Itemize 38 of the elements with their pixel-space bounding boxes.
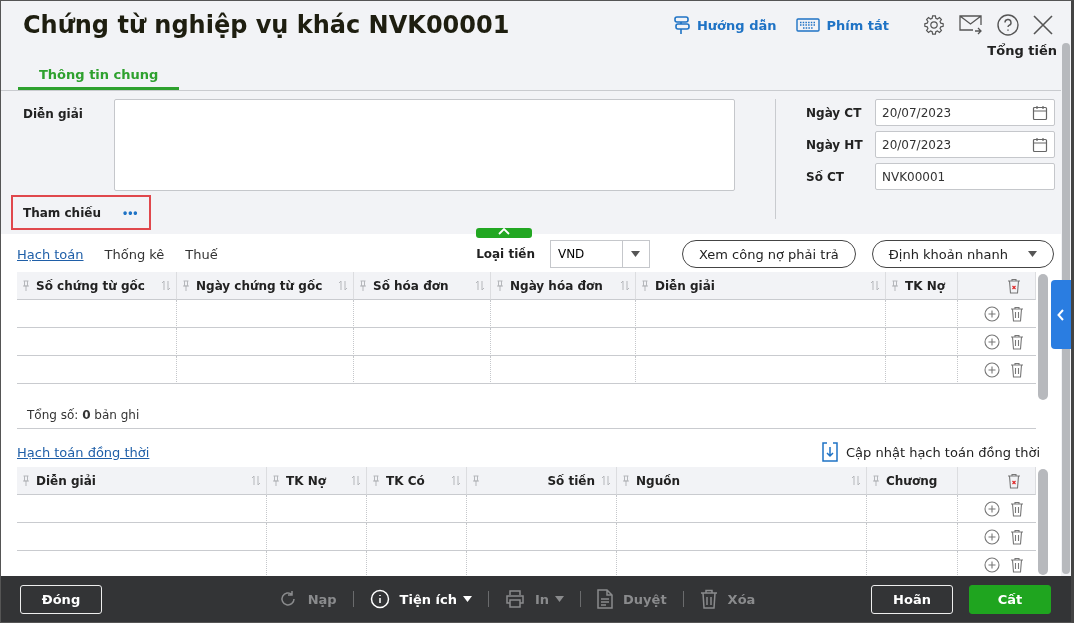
column-header[interactable]: TK Có: [367, 467, 467, 495]
field-label: Diễn giải: [23, 106, 84, 123]
update-button[interactable]: Cập nhật hạch toán đồng thời: [816, 441, 1046, 463]
tab[interactable]: Thuế: [185, 246, 218, 262]
cancel-button[interactable]: Hoãn: [871, 584, 953, 614]
column-header[interactable]: Ngày hóa đơn: [491, 272, 636, 300]
date-field[interactable]: 20/07/2023: [875, 99, 1055, 126]
action-button[interactable]: Định khoản nhanh: [871, 240, 1054, 268]
column-header[interactable]: TK Nợ: [886, 272, 958, 300]
window-title: Chứng từ nghiệp vụ khác NVK00001: [23, 11, 511, 39]
field-label: Loại tiền: [476, 247, 535, 261]
column-header[interactable]: Diễn giải: [636, 272, 886, 300]
action-button[interactable]: Xem công nợ phải trả: [681, 240, 856, 268]
field-label: Ngày HT: [806, 137, 864, 152]
header-link[interactable]: Hướng dẫn: [673, 15, 777, 35]
column-header[interactable]: Số chứng từ gốc: [17, 272, 177, 300]
date-field[interactable]: 20/07/2023: [875, 131, 1055, 158]
field-label: Ngày CT: [806, 105, 863, 120]
tab[interactable]: Thống kê: [104, 246, 165, 262]
column-header[interactable]: Ngày chứng từ gốc: [177, 272, 354, 300]
section-link[interactable]: Hạch toán đồng thời: [17, 444, 150, 460]
record-count: Tổng số: 0 bản ghi: [17, 402, 1036, 429]
column-header[interactable]: Số hóa đơn: [354, 272, 491, 300]
input-field[interactable]: NVK00001: [875, 163, 1055, 190]
close-button[interactable]: Đóng: [20, 584, 102, 614]
field-label: Tham chiếu: [23, 205, 101, 220]
header-link[interactable]: Phím tắt: [796, 17, 889, 33]
column-header[interactable]: TK Nợ: [267, 467, 367, 495]
total-label: Tổng tiền: [986, 43, 1058, 59]
column-header[interactable]: Số tiền: [467, 467, 617, 495]
column-header[interactable]: Chương: [867, 467, 958, 495]
column-header[interactable]: Nguồn: [617, 467, 867, 495]
more-button[interactable]: •••: [122, 205, 139, 220]
currency-select[interactable]: VND: [549, 240, 650, 268]
column-header[interactable]: Diễn giải: [17, 467, 267, 495]
field-label: Số CT: [806, 169, 846, 184]
tab[interactable]: Hạch toán: [17, 246, 84, 262]
toolbar-button[interactable]: Tiện ích: [365, 589, 476, 609]
